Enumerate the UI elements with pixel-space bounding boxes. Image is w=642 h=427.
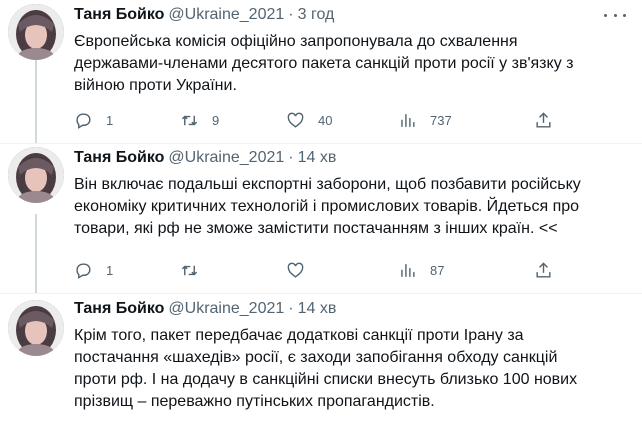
retweet-icon [181,115,198,125]
reply-icon [76,262,91,279]
avatar[interactable] [8,147,64,203]
separator-dot: · [288,6,294,23]
timestamp[interactable]: 14 хв [298,300,337,318]
views-button[interactable]: 737 [398,110,452,130]
views-icon [401,113,415,127]
reply-count: 1 [106,112,114,128]
reply-button[interactable]: 1 [74,260,113,280]
like-button[interactable] [286,260,318,280]
tweet-text: Європейська комісія офіційно запропонува… [74,33,574,94]
tweet-text: Він включає подальші експортні заборони,… [74,176,581,237]
share-icon [536,261,551,278]
share-icon [536,111,551,128]
avatar[interactable] [8,4,64,60]
retweet-icon [181,265,198,275]
like-icon [287,112,304,128]
tweet-thread: Таня Бойко @Ukraine_2021 · 3 год Європей… [0,0,642,427]
reply-count: 1 [106,262,114,278]
share-button[interactable] [534,260,553,280]
like-button[interactable]: 40 [286,110,332,130]
views-count: 737 [430,112,452,128]
like-icon [287,262,304,278]
retweet-button[interactable]: 9 [180,110,219,130]
reply-button[interactable]: 1 [74,110,113,130]
avatar[interactable] [8,300,64,356]
retweet-button[interactable] [180,260,212,280]
tweet[interactable]: Таня Бойко @Ukraine_2021 · 14 хв Він вкл… [0,143,642,294]
views-icon [401,263,415,277]
author-handle[interactable]: @Ukraine_2021 [168,300,284,318]
like-count: 40 [318,112,333,128]
tweet[interactable]: Таня Бойко @Ukraine_2021 · 14 хв Крім то… [0,294,642,427]
author-handle[interactable]: @Ukraine_2021 [168,149,284,167]
tweet-text: Крім того, пакет передбачає додаткові са… [74,327,578,410]
separator-dot: · [288,149,294,166]
tweet[interactable]: Таня Бойко @Ukraine_2021 · 3 год Європей… [0,0,642,143]
views-button[interactable]: 87 [398,260,444,280]
timestamp[interactable]: 14 хв [298,149,337,167]
share-button[interactable] [534,110,553,130]
author-handle[interactable]: @Ukraine_2021 [168,6,284,24]
tweet-header: Таня Бойко @Ukraine_2021 · 3 год [74,6,334,24]
reply-icon [76,112,91,129]
timestamp[interactable]: 3 год [298,6,335,24]
tweet-header: Таня Бойко @Ukraine_2021 · 14 хв [74,300,336,318]
tweet-header: Таня Бойко @Ukraine_2021 · 14 хв [74,149,336,167]
author-name[interactable]: Таня Бойко [74,6,164,24]
author-name[interactable]: Таня Бойко [74,149,164,167]
views-count: 87 [430,262,445,278]
separator-dot: · [288,300,294,317]
more-icon[interactable] [604,8,626,22]
retweet-count: 9 [212,112,220,128]
author-name[interactable]: Таня Бойко [74,300,164,318]
